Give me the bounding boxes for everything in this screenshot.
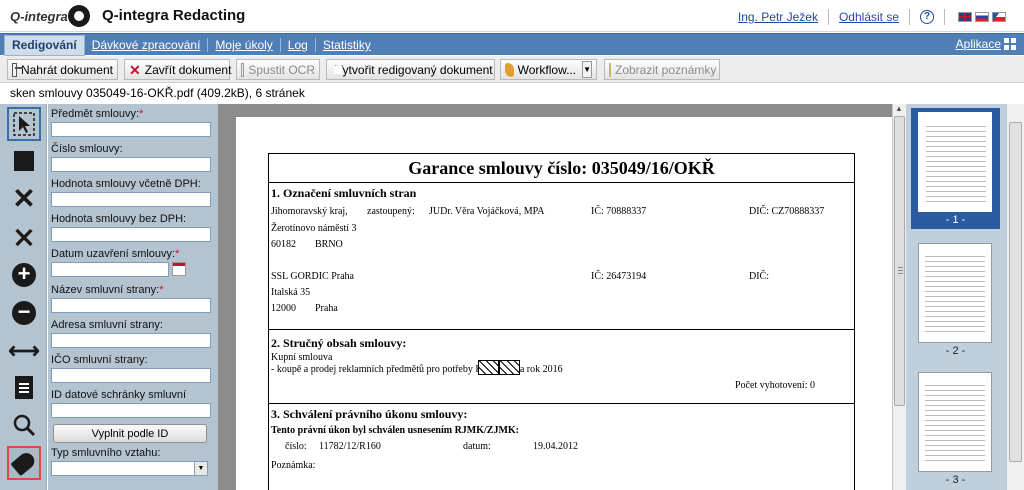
nav-moje-ukoly[interactable]: Moje úkoly <box>208 38 281 52</box>
section-approval: 3. Schválení právního úkonu smlouvy: Ten… <box>271 407 578 471</box>
toolbar: Nahrát dokument ✕ Zavřít dokument Spustit… <box>0 56 1024 83</box>
field-label: Typ smluvního vztahu: <box>51 447 161 459</box>
main-navigation: Redigování Dávkové zpracování Moje úkoly… <box>0 33 1024 56</box>
subject-input[interactable] <box>51 122 211 137</box>
nav-redigovani[interactable]: Redigování <box>4 35 85 56</box>
thumbnail-scrollbar[interactable] <box>1006 104 1024 490</box>
redaction-box[interactable] <box>478 360 499 375</box>
document-icon[interactable] <box>7 370 41 404</box>
delete-all-icon[interactable]: ⨯ <box>7 220 41 254</box>
sk-flag-icon[interactable] <box>975 12 989 22</box>
page-thumbnail[interactable]: - 1 - <box>911 108 1000 229</box>
select-arrow-icon[interactable] <box>7 107 41 141</box>
value-without-vat-input[interactable] <box>51 227 211 242</box>
field-label: Datum uzavření smlouvy:* <box>51 248 180 260</box>
party-address-input[interactable] <box>51 333 211 348</box>
file-info: sken smlouvy 035049-16-OKŘ.pdf (409.2kB)… <box>10 86 305 100</box>
close-icon: ✕ <box>129 61 141 78</box>
chevron-down-icon: ▼ <box>194 462 207 475</box>
party-name-input[interactable] <box>51 298 211 313</box>
create-redacted-document-button[interactable]: Vytvořit redigovaný dokument <box>326 59 495 80</box>
upload-document-button[interactable]: Nahrát dokument <box>7 59 118 80</box>
add-circle-icon[interactable]: + <box>7 258 41 292</box>
page-thumbnail[interactable]: - 2 - <box>911 243 1000 357</box>
upload-icon <box>12 62 23 77</box>
scrollbar-thumb[interactable] <box>1009 122 1022 462</box>
delete-icon[interactable]: ✕ <box>7 182 41 216</box>
user-link[interactable]: Ing. Petr Ježek <box>738 10 818 24</box>
data-box-id-input[interactable] <box>51 403 211 418</box>
value-with-vat-input[interactable] <box>51 192 211 207</box>
scrollbar-thumb[interactable] <box>894 116 905 406</box>
fill-by-id-button[interactable]: Vyplnit podle ID <box>53 424 207 443</box>
app-title: Q-integra Redacting <box>102 7 246 24</box>
apps-menu-link[interactable]: Aplikace <box>956 37 1016 51</box>
close-document-button[interactable]: ✕ Zavřít dokument <box>124 59 231 80</box>
cz-flag-icon[interactable] <box>992 12 1006 22</box>
document-title: Garance smlouvy číslo: 035049/16/OKŘ <box>269 154 854 183</box>
contract-form: Garance smlouvy číslo: 035049/16/OKŘ 1. … <box>268 153 855 490</box>
page-thumbnails: - 1 - - 2 - - 3 - <box>906 104 1006 490</box>
contract-number-input[interactable] <box>51 157 211 172</box>
workflow-icon <box>505 62 514 77</box>
apps-grid-icon <box>1004 38 1016 50</box>
show-notes-button[interactable]: Zobrazit poznámky <box>604 59 720 80</box>
field-label: Hodnota smlouvy bez DPH: <box>51 213 187 225</box>
scroll-up-icon[interactable]: ▲ <box>895 104 903 113</box>
app-header: Q-integra Q-integra Redacting Ing. Petr … <box>0 0 1024 32</box>
field-label: Název smluvní strany:* <box>51 284 164 296</box>
page-thumbnail[interactable]: - 3 - <box>911 372 1000 486</box>
field-label: IČO smluvní strany: <box>51 354 148 366</box>
chevron-down-icon: ▼ <box>582 61 592 78</box>
calendar-icon[interactable] <box>172 262 186 276</box>
run-ocr-button[interactable]: Spustit OCR <box>236 59 320 80</box>
resize-arrows-icon[interactable]: ⟷ <box>7 334 41 368</box>
app-logo: Q-integra <box>6 4 96 28</box>
field-label: Adresa smluvní strany: <box>51 319 163 331</box>
remove-circle-icon[interactable]: − <box>7 296 41 330</box>
contract-date-input[interactable] <box>51 262 169 277</box>
tag-icon[interactable] <box>7 446 41 480</box>
help-icon[interactable]: ? <box>920 10 934 24</box>
nav-davkove-zpracovani[interactable]: Dávkové zpracování <box>85 38 209 52</box>
document-page[interactable]: Garance smlouvy číslo: 035049/16/OKŘ 1. … <box>236 117 892 490</box>
ocr-icon <box>241 62 245 77</box>
nav-log[interactable]: Log <box>281 38 316 52</box>
search-magnifier-icon[interactable] <box>7 408 41 442</box>
viewer-scrollbar[interactable]: ▲ <box>892 104 906 490</box>
logout-link[interactable]: Odhlásit se <box>839 10 899 24</box>
field-label: Číslo smlouvy: <box>51 143 123 155</box>
party-ico-input[interactable] <box>51 368 211 383</box>
redaction-box[interactable] <box>499 360 520 375</box>
section-parties: 1. Označení smluvních stran Jihomoravský… <box>269 183 854 330</box>
field-label: Předmět smlouvy:* <box>51 108 144 120</box>
redact-rectangle-icon[interactable] <box>7 144 41 178</box>
redaction-tools-panel: ✕ ⨯ + − ⟷ <box>0 104 47 490</box>
workflow-dropdown[interactable]: Workflow... ▼ <box>500 59 597 80</box>
field-label: Hodnota smlouvy včetně DPH: <box>51 178 201 190</box>
gb-flag-icon[interactable] <box>958 12 972 22</box>
contract-type-select[interactable]: ▼ <box>51 461 208 476</box>
metadata-form: Předmět smlouvy:* Číslo smlouvy: Hodnota… <box>48 104 218 490</box>
nav-statistiky[interactable]: Statistiky <box>316 38 378 52</box>
section-content: 2. Stručný obsah smlouvy: Kupní smlouva … <box>269 330 854 404</box>
notes-icon <box>609 62 611 77</box>
